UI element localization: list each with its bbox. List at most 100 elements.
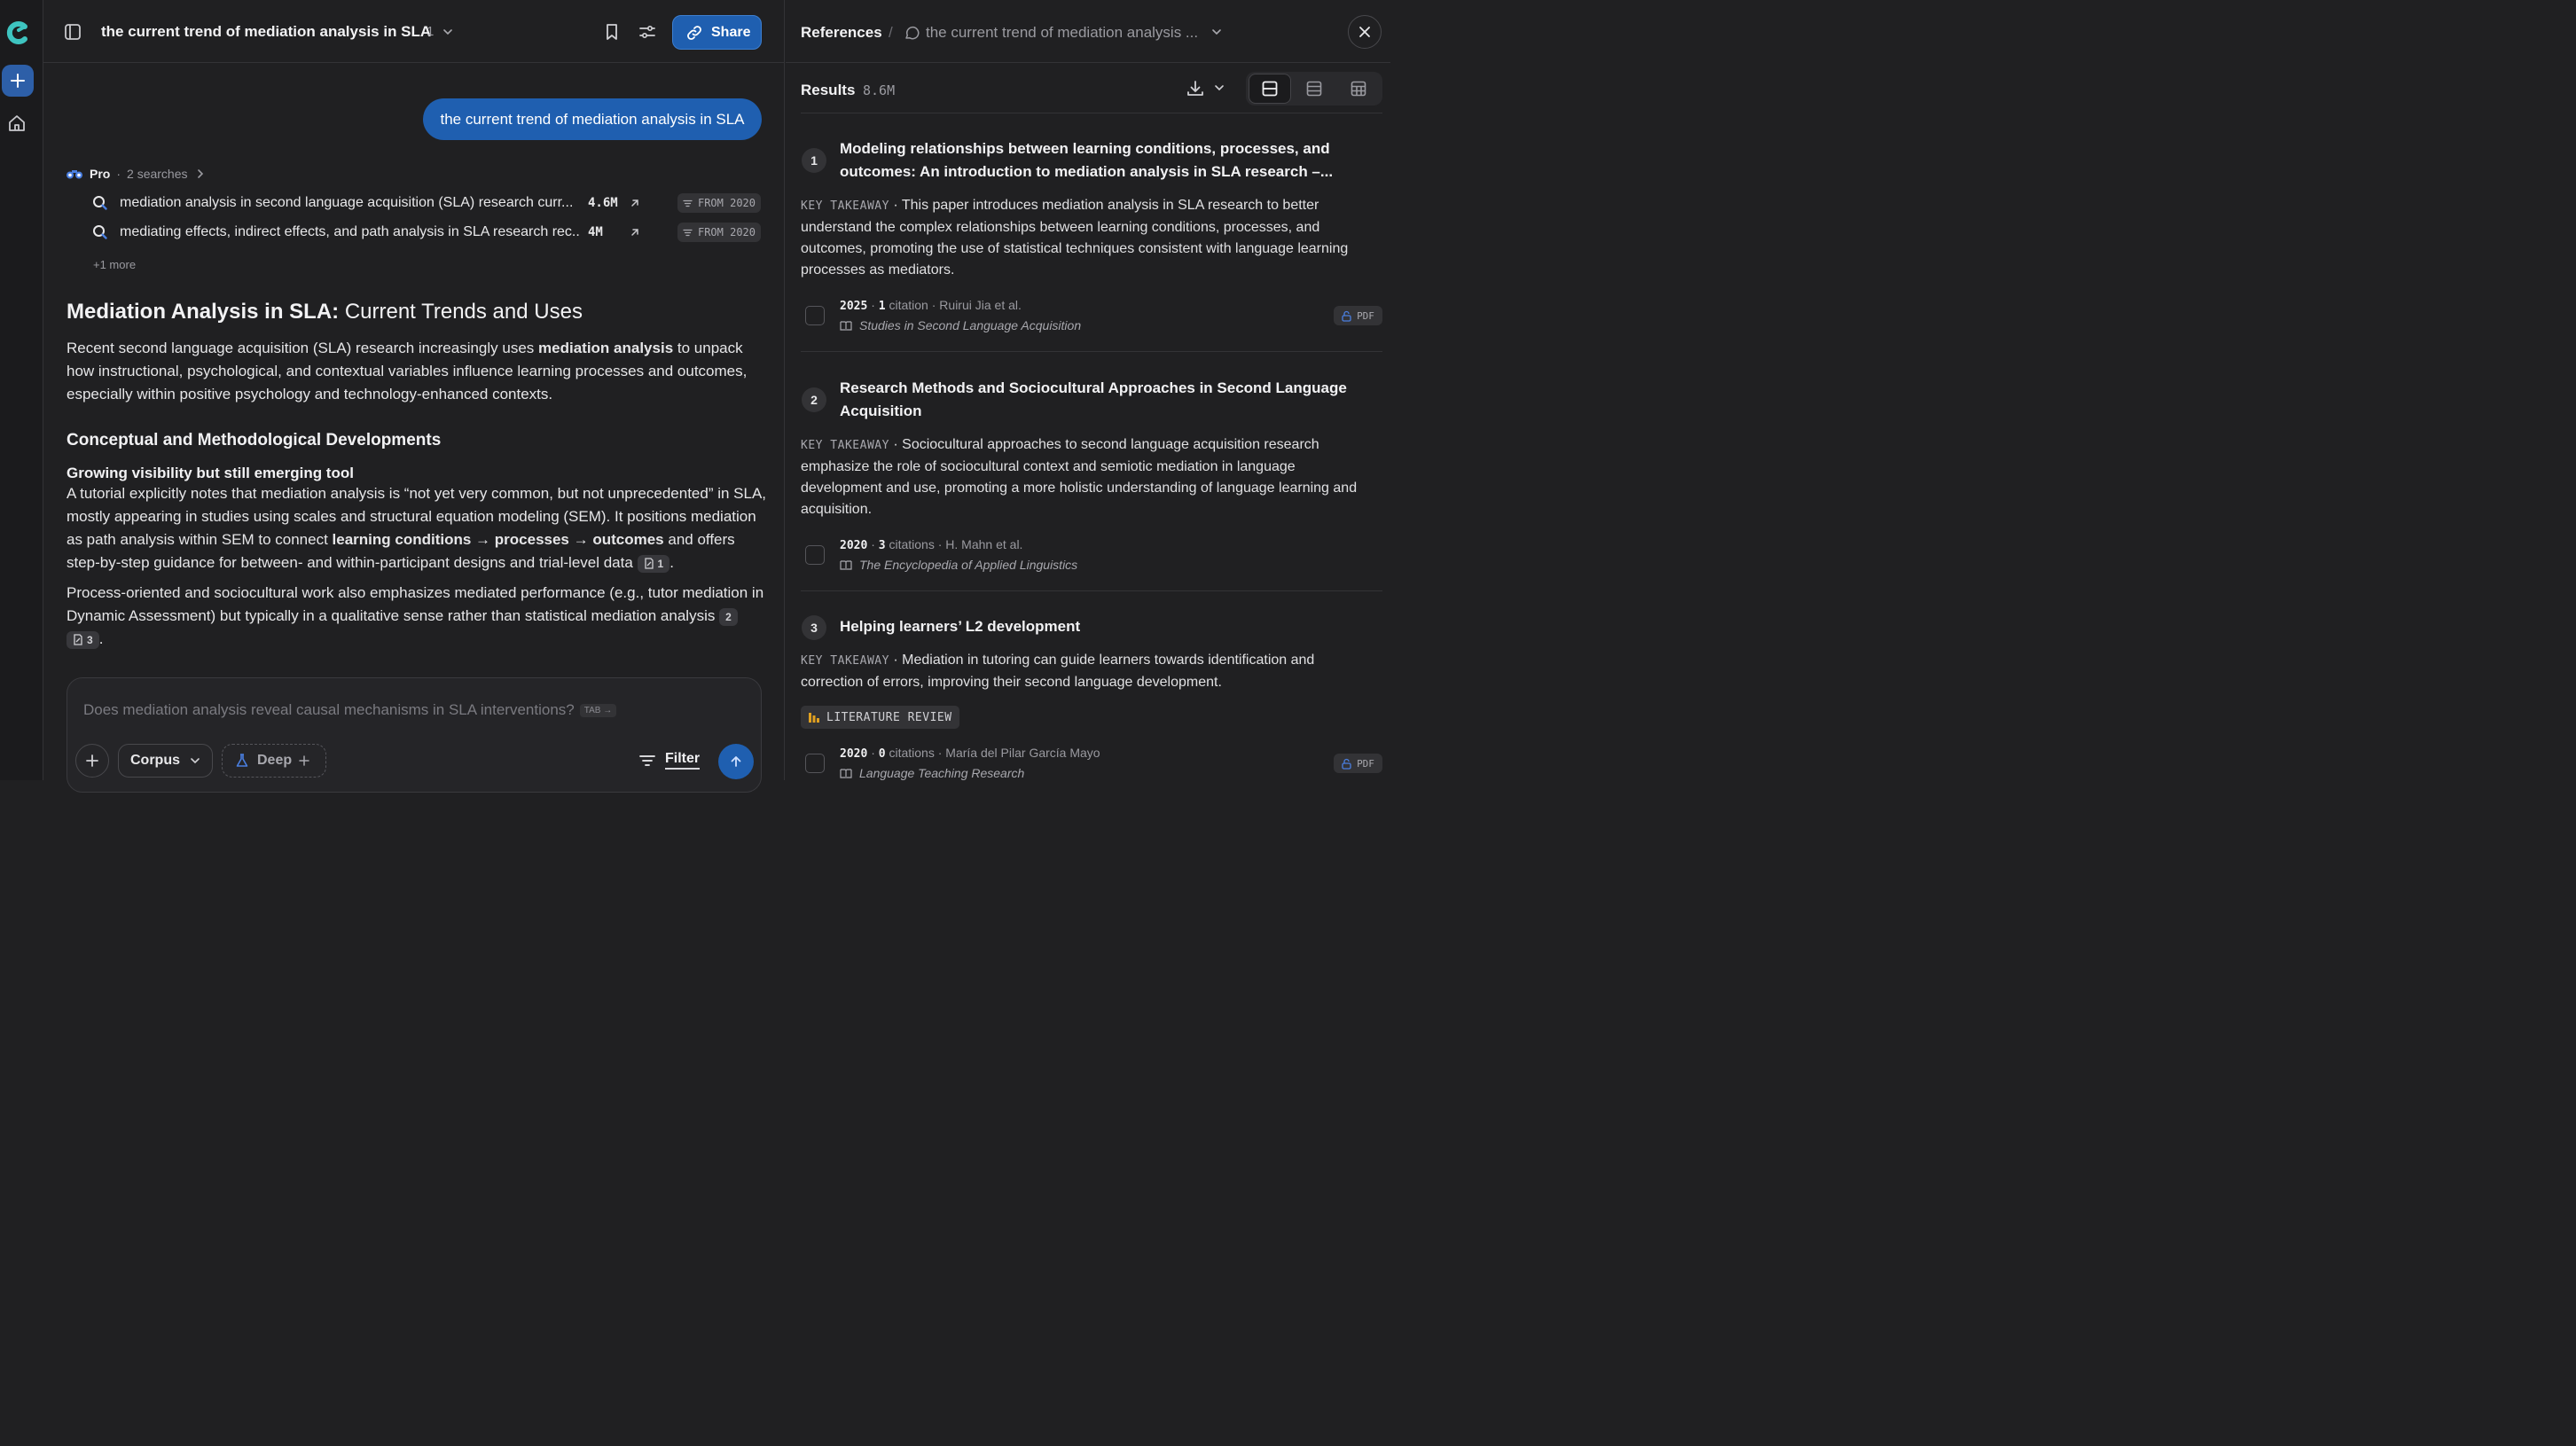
answer-paragraph: Process-oriented and sociocultural work … xyxy=(67,584,764,649)
view-switcher xyxy=(1246,72,1382,106)
download-icon[interactable] xyxy=(1186,79,1205,98)
send-button[interactable] xyxy=(718,744,754,779)
breadcrumb-separator: / xyxy=(889,24,893,41)
reference-venue: Studies in Second Language Acquisition xyxy=(840,318,1081,332)
search-query: mediation analysis in second language ac… xyxy=(120,195,574,210)
home-icon xyxy=(9,115,25,131)
pdf-badge[interactable]: PDF xyxy=(1334,754,1382,773)
new-thread-button[interactable] xyxy=(2,65,34,97)
chevron-down-icon xyxy=(191,758,200,764)
search-query-row[interactable]: mediation analysis in second language ac… xyxy=(92,193,764,215)
bookmark-icon[interactable] xyxy=(602,22,622,42)
filter-icon xyxy=(639,754,655,766)
plus-icon xyxy=(11,74,25,88)
pdf-badge[interactable]: PDF xyxy=(1334,306,1382,325)
composer-input[interactable]: Does mediation analysis reveal causal me… xyxy=(83,701,617,719)
citation-chip[interactable]: 1 xyxy=(637,554,670,573)
reference-card[interactable]: 3 Helping learners’ L2 development KEY T… xyxy=(801,615,1382,793)
reference-meta: 2020 · 0 citations · María del Pilar Gar… xyxy=(840,746,1100,761)
external-arrow-icon[interactable] xyxy=(629,226,641,238)
user-message: the current trend of mediation analysis … xyxy=(423,98,762,140)
share-button[interactable]: Share xyxy=(672,15,762,50)
table-view-icon xyxy=(1351,81,1366,97)
chat-bubble-icon xyxy=(904,25,920,41)
binoculars-icon xyxy=(67,170,82,179)
chat-header: the current trend of mediation analysis … xyxy=(43,0,785,63)
version-count: 1 xyxy=(427,24,435,39)
book-icon xyxy=(840,559,852,570)
filter-label: Filter xyxy=(665,751,701,770)
reference-venue: Language Teaching Research xyxy=(840,766,1024,780)
answer-body: Mediation Analysis in SLA: Current Trend… xyxy=(67,298,767,651)
reference-title[interactable]: Helping learners’ L2 development xyxy=(840,615,1354,638)
thread-title[interactable]: the current trend of mediation analysis … xyxy=(101,23,431,41)
close-icon xyxy=(1359,27,1370,37)
thread-breadcrumb[interactable]: the current trend of mediation analysis … xyxy=(926,24,1198,42)
tab-hint: TAB → xyxy=(579,704,617,718)
search-query-row[interactable]: mediating effects, indirect effects, and… xyxy=(92,223,764,244)
select-checkbox[interactable] xyxy=(805,545,825,565)
list-view-button[interactable] xyxy=(1293,74,1335,104)
search-query: mediating effects, indirect effects, and… xyxy=(120,224,581,239)
logo-icon[interactable] xyxy=(4,20,30,46)
answer-heading: Mediation Analysis in SLA: Current Trend… xyxy=(67,300,583,324)
results-toolbar: Results 8.6M xyxy=(801,72,1382,113)
lock-open-icon xyxy=(1342,310,1351,322)
close-button[interactable] xyxy=(1348,15,1382,49)
bar-chart-icon xyxy=(809,713,819,723)
select-checkbox[interactable] xyxy=(805,754,825,773)
chevron-down-icon[interactable] xyxy=(1213,82,1225,94)
citation-chip[interactable]: 2 xyxy=(719,607,738,626)
composer-placeholder: Does mediation analysis reveal causal me… xyxy=(83,701,575,718)
key-takeaway: KEY TAKEAWAY · Sociocultural approaches … xyxy=(801,437,1358,517)
answer-paragraph: A tutorial explicitly notes that mediati… xyxy=(67,485,767,573)
filter-icon xyxy=(683,229,693,236)
reference-meta: 2020 · 3 citations · H. Mahn et al. xyxy=(840,537,1023,552)
key-takeaway: KEY TAKEAWAY · This paper introduces med… xyxy=(801,198,1349,277)
pro-searches-summary[interactable]: Pro · 2 searches xyxy=(66,165,207,183)
chevron-right-icon xyxy=(197,169,203,178)
search-icon xyxy=(93,196,107,210)
chevron-down-icon[interactable] xyxy=(441,25,455,39)
filter-button[interactable]: Filter xyxy=(638,751,701,770)
reference-meta: 2025 · 1 citation · Ruirui Jia et al. xyxy=(840,298,1022,313)
book-icon xyxy=(840,768,852,778)
share-label: Share xyxy=(711,24,751,40)
pro-label: Pro xyxy=(90,167,111,181)
dot-separator: · xyxy=(116,167,121,181)
key-takeaway: KEY TAKEAWAY · Mediation in tutoring can… xyxy=(801,653,1315,690)
reference-card[interactable]: 1 Modeling relationships between learnin… xyxy=(801,137,1382,352)
deep-research-toggle[interactable]: Deep xyxy=(222,744,326,778)
reference-number: 1 xyxy=(802,148,826,173)
link-icon xyxy=(687,25,701,40)
external-arrow-icon[interactable] xyxy=(629,197,641,209)
home-button[interactable] xyxy=(6,113,27,134)
references-pane: References / the current trend of mediat… xyxy=(786,0,1390,780)
more-searches-link[interactable]: +1 more xyxy=(93,258,136,271)
select-checkbox[interactable] xyxy=(805,306,825,325)
searches-count: 2 searches xyxy=(127,167,188,181)
section-heading: Conceptual and Methodological Developmen… xyxy=(67,431,442,449)
date-filter-badge: FROM 2020 xyxy=(677,223,761,242)
attach-button[interactable] xyxy=(75,744,109,778)
plus-icon xyxy=(86,754,98,767)
composer: Does mediation analysis reveal causal me… xyxy=(67,677,762,793)
settings-sliders-icon[interactable] xyxy=(638,22,657,42)
document-icon xyxy=(644,558,654,569)
search-icon xyxy=(93,225,107,239)
citation-chip[interactable]: 3 xyxy=(67,630,99,649)
chevron-down-icon[interactable] xyxy=(1210,25,1224,39)
sidebar-toggle-icon[interactable] xyxy=(63,22,82,42)
reference-title[interactable]: Research Methods and Sociocultural Appro… xyxy=(840,377,1354,423)
reference-card[interactable]: 2 Research Methods and Sociocultural App… xyxy=(801,377,1382,591)
corpus-dropdown[interactable]: Corpus xyxy=(118,744,213,778)
results-count: 8.6M xyxy=(863,82,896,98)
literature-review-badge: LITERATURE REVIEW xyxy=(801,706,959,729)
sub-heading: Growing visibility but still emerging to… xyxy=(67,465,354,481)
card-view-button[interactable] xyxy=(1249,74,1291,104)
reference-title[interactable]: Modeling relationships between learning … xyxy=(840,137,1354,184)
lock-open-icon xyxy=(1342,758,1351,770)
date-filter-badge: FROM 2020 xyxy=(677,193,761,213)
table-view-button[interactable] xyxy=(1337,74,1380,104)
document-icon xyxy=(74,634,82,645)
